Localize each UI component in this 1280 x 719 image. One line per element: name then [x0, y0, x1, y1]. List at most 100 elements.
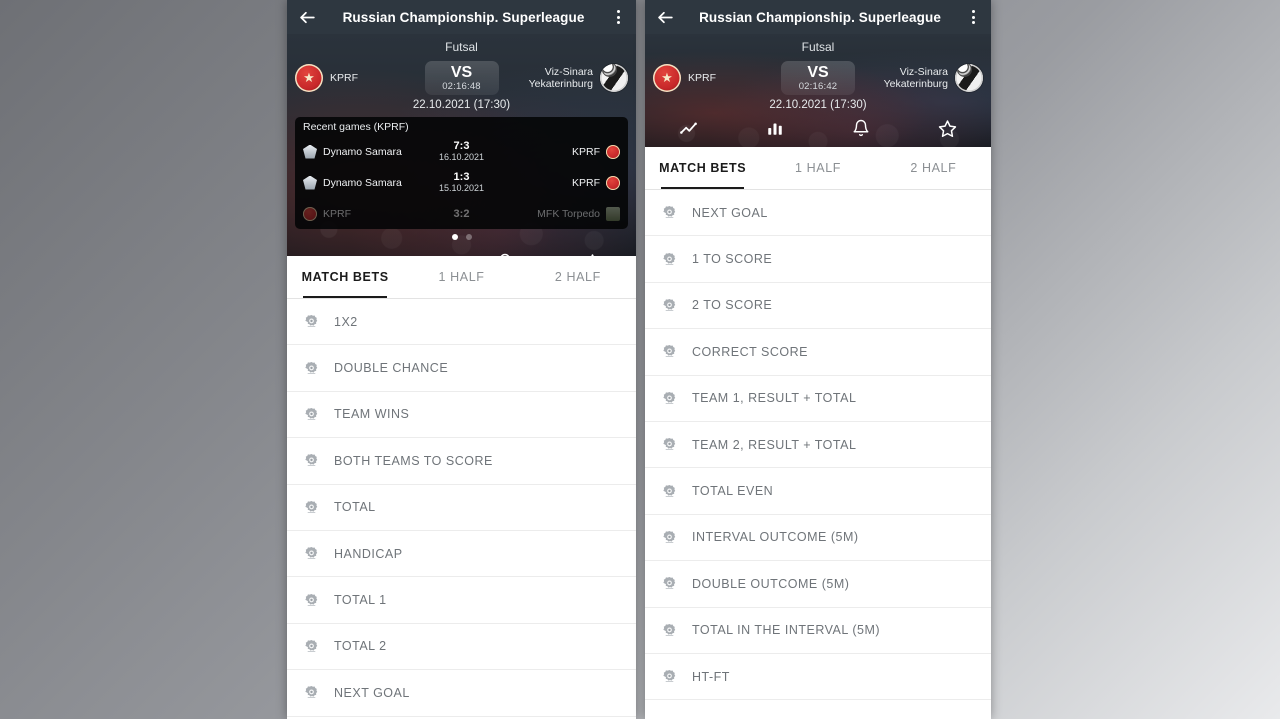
trending-line-icon[interactable]	[287, 245, 374, 256]
recent-game-date: 16.10.2021	[438, 152, 485, 162]
bet-market-row[interactable]: CORRECT SCORE	[645, 329, 991, 376]
bet-market-row[interactable]: TOTAL IN THE INTERVAL (5M)	[645, 608, 991, 654]
bet-tabs: MATCH BETS 1 HALF 2 HALF	[645, 147, 991, 190]
kprf-badge-icon	[606, 175, 620, 190]
tab-2-half[interactable]: 2 HALF	[876, 147, 991, 189]
sport-label: Futsal	[445, 40, 478, 54]
bet-market-row[interactable]: TEAM WINS	[287, 392, 636, 439]
team-home[interactable]: ★ KPRF	[295, 64, 423, 92]
recent-game-row[interactable]: Dynamo Samara 1:3 15.10.2021 KPRF	[295, 167, 628, 198]
bet-market-label: HT-FT	[692, 669, 730, 684]
star-icon[interactable]	[549, 245, 636, 256]
bet-market-label: BOTH TEAMS TO SCORE	[334, 453, 493, 468]
market-ball-icon	[303, 592, 320, 609]
recent-game-home: KPRF	[303, 206, 425, 221]
bet-market-row[interactable]: HANDICAP	[287, 531, 636, 578]
bet-market-row[interactable]: NEXT GOAL	[287, 670, 636, 717]
bet-market-label: 2 TO SCORE	[692, 298, 773, 313]
back-icon[interactable]	[651, 3, 679, 31]
bet-market-row[interactable]: TOTAL 1	[287, 577, 636, 624]
bet-market-row[interactable]: DOUBLE OUTCOME (5M)	[645, 561, 991, 608]
bell-icon[interactable]	[818, 111, 905, 145]
torpedo-badge-icon	[606, 206, 620, 221]
back-icon[interactable]	[293, 3, 321, 31]
recent-game-row[interactable]: Dynamo Samara 7:3 16.10.2021 KPRF	[295, 136, 628, 167]
market-ball-icon	[303, 452, 320, 469]
tab-2-half[interactable]: 2 HALF	[520, 256, 636, 298]
kprf-logo-icon: ★	[295, 64, 323, 92]
bet-market-row[interactable]: TOTAL 2	[287, 624, 636, 671]
bet-market-row[interactable]: BOTH TEAMS TO SCORE	[287, 438, 636, 485]
team-home[interactable]: ★ KPRF	[653, 64, 779, 92]
tab-1-half[interactable]: 1 HALF	[403, 256, 519, 298]
match-timer: 02:16:48	[442, 81, 481, 92]
recent-game-row[interactable]: KPRF 3:2 MFK Torpedo	[295, 198, 628, 229]
bet-market-label: TOTAL 2	[334, 639, 387, 654]
trending-line-icon[interactable]	[645, 111, 732, 145]
kprf-badge-icon	[606, 144, 620, 159]
bar-chart-icon[interactable]	[374, 245, 461, 256]
vs-box: VS 02:16:42	[781, 61, 855, 95]
bet-market-list: 1X2 DOUBLE CHANCE TEAM WINS BOTH TEAMS TO S…	[287, 299, 636, 717]
market-ball-icon	[661, 575, 678, 592]
bet-market-row[interactable]: 1 TO SCORE	[645, 236, 991, 283]
viz-sinara-logo-icon	[955, 64, 983, 92]
recent-game-away: MFK Torpedo	[499, 206, 620, 221]
phone-panel-left: Russian Championship. Superleague Futsal…	[287, 0, 636, 719]
hero-icon-row	[645, 111, 991, 145]
bet-market-row[interactable]: 1X2	[287, 299, 636, 346]
recent-games-card: Recent games (KPRF) Dynamo Samara 7:3 16…	[295, 117, 628, 229]
recent-game-score: 1:3	[453, 171, 470, 183]
market-ball-icon	[303, 406, 320, 423]
bet-market-label: NEXT GOAL	[692, 205, 768, 220]
team-home-name: KPRF	[330, 72, 359, 84]
bet-tabs: MATCH BETS 1 HALF 2 HALF	[287, 256, 636, 299]
bet-market-row[interactable]: 2 TO SCORE	[645, 283, 991, 330]
recent-game-score: 3:2	[453, 207, 470, 220]
star-icon[interactable]	[905, 111, 992, 145]
kebab-menu-icon[interactable]	[606, 3, 630, 31]
kebab-menu-icon[interactable]	[961, 3, 985, 31]
tab-match-bets[interactable]: MATCH BETS	[287, 256, 403, 298]
hero-icon-row	[287, 245, 636, 256]
app-bar: Russian Championship. Superleague	[287, 0, 636, 34]
bet-market-label: DOUBLE CHANCE	[334, 361, 449, 376]
dynamo-badge-icon	[303, 144, 317, 159]
team-away-name: Viz-Sinara Yekaterinburg	[883, 66, 948, 90]
recent-games-title: Recent games (KPRF)	[303, 121, 409, 133]
teams-row: ★ KPRF VS 02:16:48 Viz-Sinara Yekaterinb…	[287, 54, 636, 100]
vs-label: VS	[450, 64, 473, 81]
match-date: 22.10.2021 (17:30)	[769, 99, 867, 111]
pager-dot[interactable]	[465, 234, 472, 240]
market-ball-icon	[303, 545, 320, 562]
recent-game-away: KPRF	[499, 144, 620, 159]
market-ball-icon	[661, 251, 678, 268]
bet-market-label: DOUBLE OUTCOME (5M)	[692, 576, 850, 591]
bet-market-row[interactable]: TOTAL	[287, 485, 636, 531]
screenshot-stage: Russian Championship. Superleague Futsal…	[0, 0, 1280, 719]
bet-market-row[interactable]: TEAM 1, RESULT + TOTAL	[645, 376, 991, 422]
team-away[interactable]: Viz-Sinara Yekaterinburg	[857, 64, 983, 92]
team-away[interactable]: Viz-Sinara Yekaterinburg	[501, 64, 628, 92]
recent-game-away-name: MFK Torpedo	[537, 207, 600, 220]
carousel-pager[interactable]	[287, 229, 636, 245]
bet-market-row[interactable]: NEXT GOAL	[645, 190, 991, 237]
bet-market-row[interactable]: TEAM 2, RESULT + TOTAL	[645, 422, 991, 469]
pager-dot-active[interactable]	[451, 234, 458, 240]
tab-1-half[interactable]: 1 HALF	[760, 147, 875, 189]
bell-icon[interactable]	[462, 245, 549, 256]
recent-game-home-name: KPRF	[323, 207, 352, 220]
bet-market-row[interactable]: TOTAL EVEN	[645, 468, 991, 515]
market-ball-icon	[661, 529, 678, 546]
bet-market-label: INTERVAL OUTCOME (5M)	[692, 530, 859, 545]
market-ball-icon	[661, 668, 678, 685]
bet-market-row[interactable]: HT-FT	[645, 654, 991, 701]
kprf-badge-icon	[303, 206, 317, 221]
bet-market-label: TEAM WINS	[334, 407, 410, 422]
tab-match-bets[interactable]: MATCH BETS	[645, 147, 760, 189]
market-ball-icon	[661, 436, 678, 453]
bet-market-row[interactable]: INTERVAL OUTCOME (5M)	[645, 515, 991, 562]
bar-chart-icon[interactable]	[732, 111, 819, 145]
bet-market-row[interactable]: DOUBLE CHANCE	[287, 345, 636, 392]
kprf-logo-icon: ★	[653, 64, 681, 92]
